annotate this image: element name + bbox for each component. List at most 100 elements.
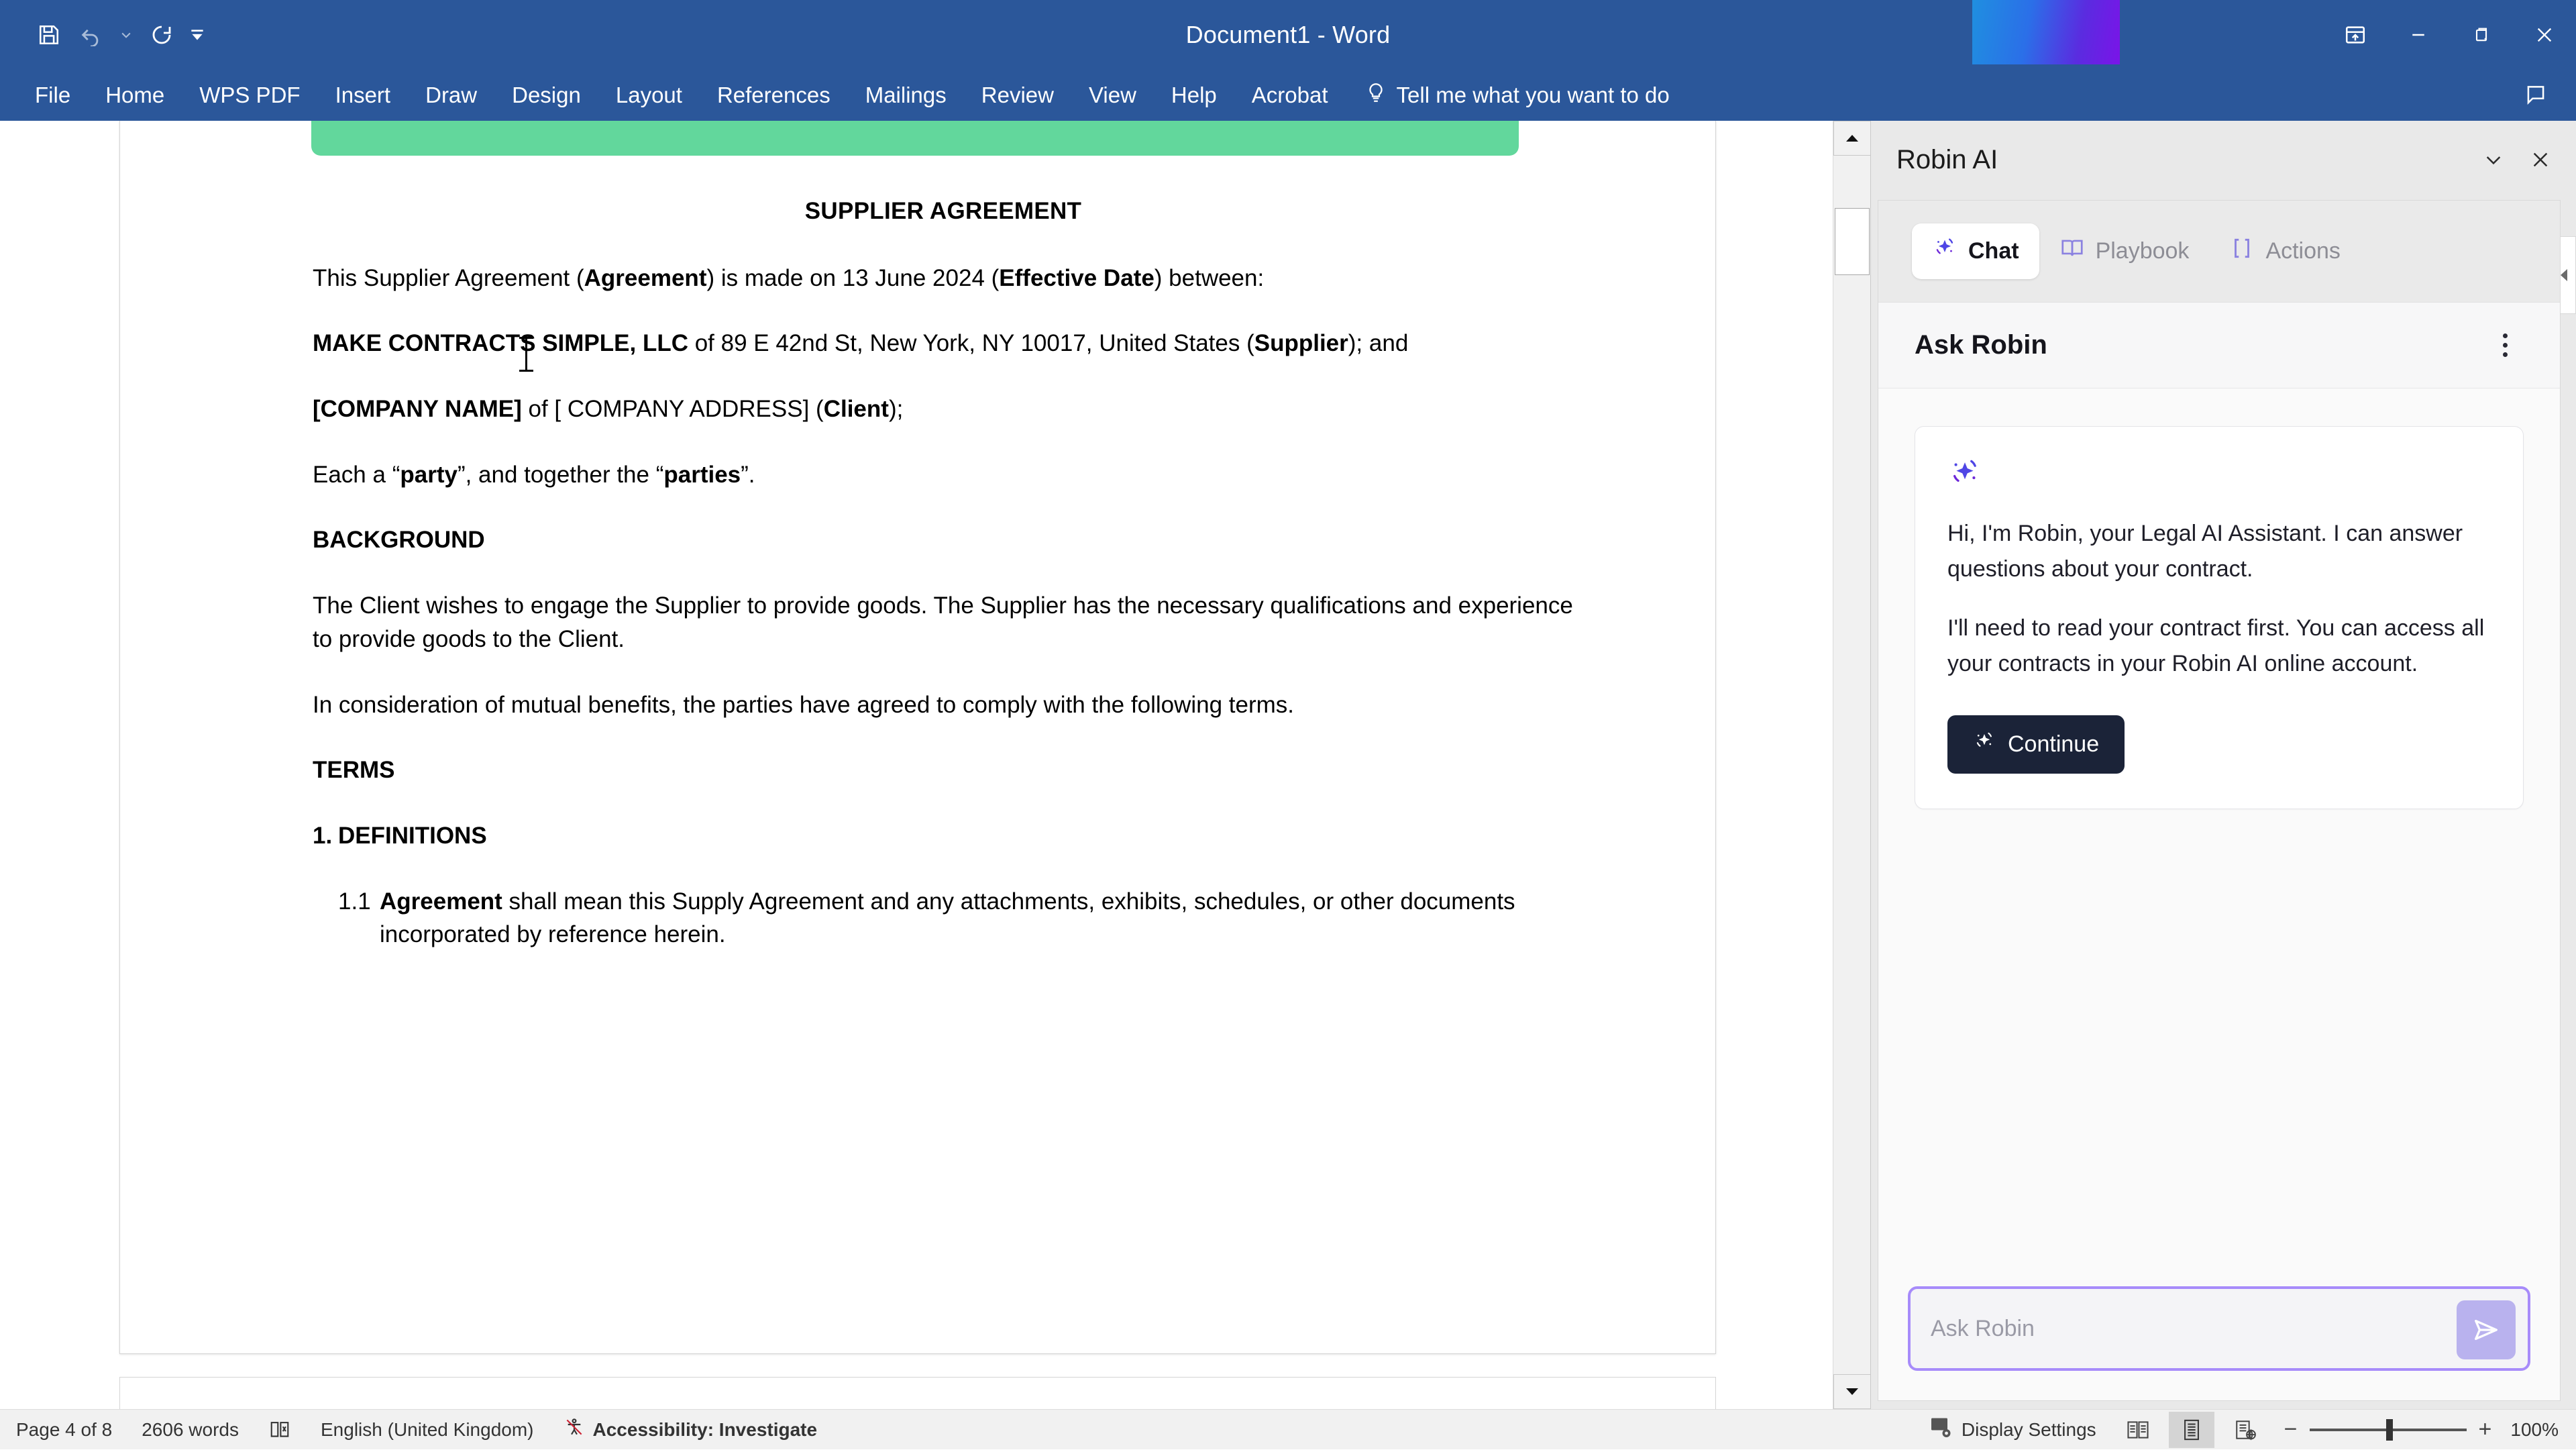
clause-1: 1. DEFINITIONS xyxy=(313,819,1574,853)
paragraph-parties: Each a “party”, and together the “partie… xyxy=(313,458,1574,492)
document-canvas[interactable]: SUPPLIER AGREEMENT This Supplier Agreeme… xyxy=(0,121,1833,1409)
document-content: SUPPLIER AGREEMENT This Supplier Agreeme… xyxy=(313,195,1574,984)
panel-title: Robin AI xyxy=(1896,144,1998,174)
comments-icon[interactable] xyxy=(2518,78,2553,113)
clause-1-1: 1.1 Agreement shall mean this Supply Agr… xyxy=(313,885,1574,951)
chat-input-area: Ask Robin xyxy=(1878,1263,2560,1400)
intro-pre: This Supplier Agreement ( xyxy=(313,264,584,291)
panel-header-buttons xyxy=(2472,138,2562,181)
zoom-slider[interactable]: − + xyxy=(2272,1416,2504,1443)
tab-layout[interactable]: Layout xyxy=(598,70,700,121)
tab-insert[interactable]: Insert xyxy=(318,70,409,121)
client-address-placeholder: of [ COMPANY ADDRESS] ( xyxy=(521,396,824,423)
tab-view[interactable]: View xyxy=(1071,70,1154,121)
word-count-status[interactable]: 2606 words xyxy=(127,1410,254,1450)
scroll-up-icon[interactable] xyxy=(1833,121,1871,156)
supplier-address: of 89 E 42nd St, New York, NY 10017, Uni… xyxy=(688,330,1254,357)
assistant-message-paragraph-2: I'll need to read your contract first. Y… xyxy=(1947,615,2485,677)
tab-wps-pdf[interactable]: WPS PDF xyxy=(182,70,317,121)
tab-playbook[interactable]: Playbook xyxy=(2039,223,2210,279)
supplier-name: MAKE CONTRACTS SIMPLE, LLC xyxy=(313,330,688,357)
clause-1-title: DEFINITIONS xyxy=(338,822,487,849)
book-icon xyxy=(2059,236,2085,267)
sparkle-icon xyxy=(1932,236,1957,267)
window-controls xyxy=(2324,0,2576,70)
more-options-icon[interactable] xyxy=(2486,327,2524,364)
tab-mailings[interactable]: Mailings xyxy=(848,70,964,121)
accessibility-icon xyxy=(564,1416,585,1443)
scroll-down-icon[interactable] xyxy=(1833,1374,1871,1409)
heading-terms: TERMS xyxy=(313,757,395,784)
tab-draw[interactable]: Draw xyxy=(408,70,494,121)
scrollbar-thumb[interactable] xyxy=(1835,208,1870,275)
close-icon[interactable] xyxy=(2513,0,2576,70)
lightbulb-icon xyxy=(1364,81,1387,109)
client-name-placeholder: [COMPANY NAME] xyxy=(313,396,522,423)
tab-home[interactable]: Home xyxy=(88,70,182,121)
panel-collapse-chevron-down-icon[interactable] xyxy=(2472,138,2515,181)
tab-review[interactable]: Review xyxy=(964,70,1071,121)
paragraph-intro: This Supplier Agreement (Agreement) is m… xyxy=(313,262,1574,295)
tab-references[interactable]: References xyxy=(700,70,848,121)
continue-button-label: Continue xyxy=(2008,731,2100,757)
zoom-in-button[interactable]: + xyxy=(2479,1416,2492,1443)
restore-icon[interactable] xyxy=(2450,0,2513,70)
zoom-knob[interactable] xyxy=(2385,1418,2393,1441)
tab-playbook-label: Playbook xyxy=(2095,238,2190,264)
assistant-message-card: Hi, I'm Robin, your Legal AI Assistant. … xyxy=(1915,426,2524,809)
status-bar: Page 4 of 8 2606 words English (United K… xyxy=(0,1409,2576,1449)
tab-actions[interactable]: Actions xyxy=(2209,223,2361,279)
document-heading: SUPPLIER AGREEMENT xyxy=(804,198,1082,224)
assistant-message-paragraph-1: Hi, I'm Robin, your Legal AI Assistant. … xyxy=(1947,521,2463,582)
ribbon-tab-bar: File Home WPS PDF Insert Draw Design Lay… xyxy=(0,70,2576,121)
brackets-icon xyxy=(2229,236,2255,267)
parties-bold-party: party xyxy=(400,461,458,488)
chat-message-list: Hi, I'm Robin, your Legal AI Assistant. … xyxy=(1878,389,2560,1263)
ask-robin-title: Ask Robin xyxy=(1915,330,2047,360)
panel-tabs: Chat Playbook Actions xyxy=(1878,201,2560,303)
clause-1-number: 1. xyxy=(313,822,333,849)
tell-me-label: Tell me what you want to do xyxy=(1396,83,1670,107)
status-bar-right: Display Settings − + 100% xyxy=(1913,1410,2576,1450)
paragraph-supplier: MAKE CONTRACTS SIMPLE, LLC of 89 E 42nd … xyxy=(313,327,1574,360)
title-bar: Document1 - Word xyxy=(0,0,2576,70)
view-print-layout-icon[interactable] xyxy=(2168,1411,2214,1448)
accessibility-label: Accessibility: Investigate xyxy=(592,1418,818,1440)
language-status[interactable]: English (United Kingdom) xyxy=(306,1410,549,1450)
zoom-level-label[interactable]: 100% xyxy=(2504,1419,2576,1441)
parties-bold-parties: parties xyxy=(663,461,741,488)
brand-gradient-chip xyxy=(1972,0,2120,64)
view-web-layout-icon[interactable] xyxy=(2222,1412,2268,1448)
intro-post: ) between: xyxy=(1154,264,1265,291)
vertical-scrollbar[interactable] xyxy=(1833,121,1871,1409)
paragraph-background-2: In consideration of mutual benefits, the… xyxy=(313,691,1295,718)
tab-chat-label: Chat xyxy=(1968,238,2019,264)
send-icon[interactable] xyxy=(2457,1300,2516,1359)
ribbon-options-icon[interactable] xyxy=(2324,0,2387,70)
zoom-track[interactable] xyxy=(2309,1418,2467,1441)
robin-sparkle-icon xyxy=(1947,456,2491,495)
panel-close-icon[interactable] xyxy=(2519,138,2562,181)
page-number-status[interactable]: Page 4 of 8 xyxy=(0,1410,127,1450)
minimize-icon[interactable] xyxy=(2387,0,2450,70)
tab-file[interactable]: File xyxy=(17,70,88,121)
tab-acrobat[interactable]: Acrobat xyxy=(1234,70,1346,121)
document-page[interactable]: SUPPLIER AGREEMENT This Supplier Agreeme… xyxy=(119,121,1716,1354)
intro-bold-agreement: Agreement xyxy=(584,264,707,291)
clause-1-1-body: shall mean this Supply Agreement and any… xyxy=(380,888,1515,948)
accessibility-status[interactable]: Accessibility: Investigate xyxy=(549,1410,833,1450)
heading-background: BACKGROUND xyxy=(313,527,485,554)
tab-help[interactable]: Help xyxy=(1154,70,1234,121)
zoom-out-button[interactable]: − xyxy=(2284,1416,2298,1443)
parties-mid: ”, and together the “ xyxy=(457,461,664,488)
view-read-mode-icon[interactable] xyxy=(2115,1412,2161,1448)
display-settings-icon xyxy=(1929,1416,1953,1443)
tab-chat[interactable]: Chat xyxy=(1912,223,2039,279)
proofing-errors-icon[interactable] xyxy=(254,1410,306,1450)
ask-robin-input[interactable]: Ask Robin xyxy=(1908,1286,2530,1371)
display-settings-button[interactable]: Display Settings xyxy=(1913,1410,2111,1450)
tab-design[interactable]: Design xyxy=(494,70,598,121)
continue-button[interactable]: Continue xyxy=(1947,715,2125,774)
tell-me-search[interactable]: Tell me what you want to do xyxy=(1364,81,1670,109)
window-title: Document1 - Word xyxy=(1185,21,1391,48)
